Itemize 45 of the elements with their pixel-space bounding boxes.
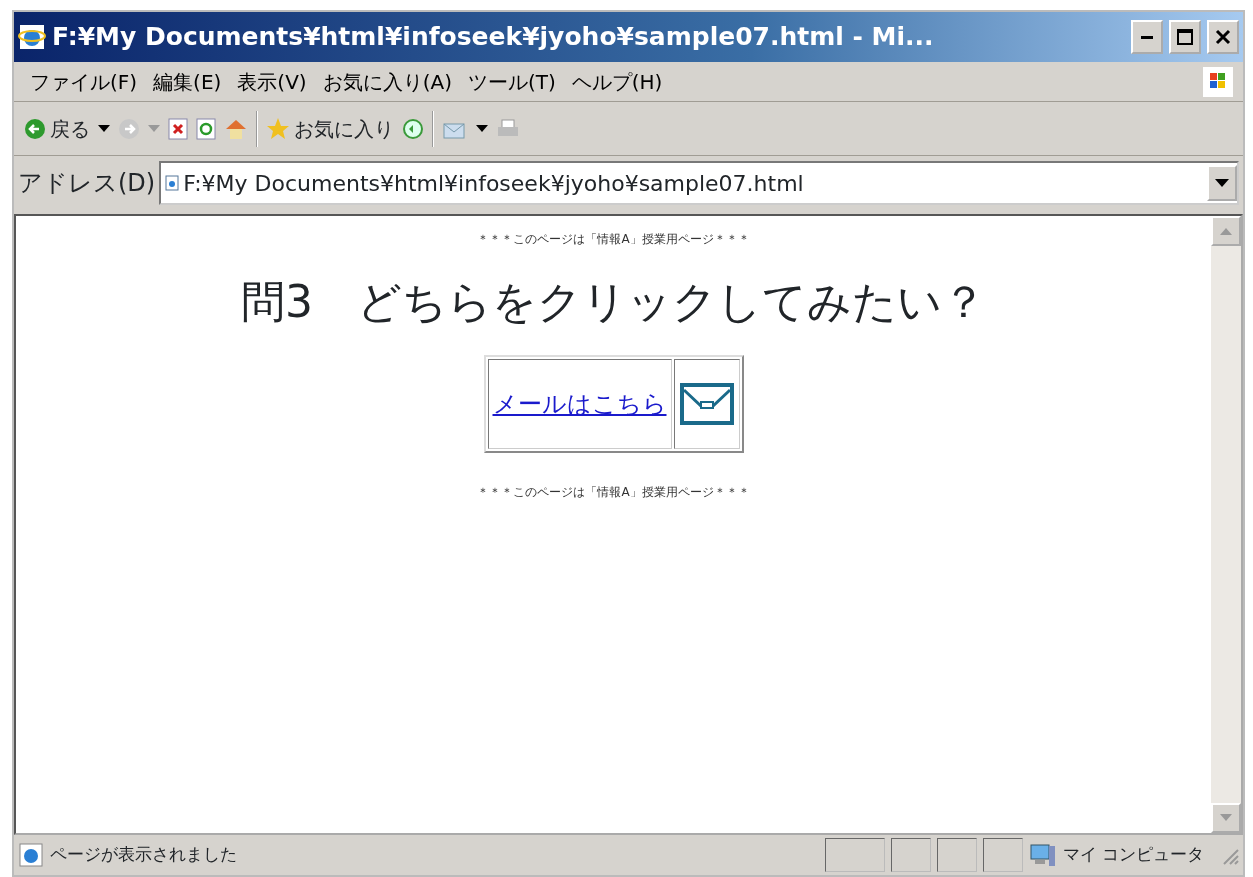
page-loaded-icon	[18, 842, 44, 868]
close-button[interactable]	[1207, 20, 1239, 54]
media-icon[interactable]	[402, 117, 424, 140]
star-icon	[266, 116, 290, 141]
minimize-button[interactable]	[1131, 20, 1163, 54]
window-title: F:¥My Documents¥html¥infoseek¥jyoho¥sample07.html - Mi...	[52, 21, 935, 54]
caret-icon	[1215, 179, 1229, 187]
close-icon	[1214, 28, 1232, 46]
up-arrow-icon	[1220, 227, 1232, 235]
windows-logo-icon	[1203, 66, 1233, 97]
menu-item[interactable]: 表示(V)	[231, 64, 313, 99]
menu-item[interactable]: お気に入り(A)	[316, 64, 458, 99]
address-field[interactable]: F:¥My Documents¥html¥infoseek¥jyoho¥sample07.html	[159, 161, 1239, 205]
notice-text: ＊＊＊このページは「情報A」授業用ページ＊＊＊	[477, 483, 750, 501]
status-pane	[891, 838, 931, 872]
computer-icon	[1029, 842, 1057, 868]
browser-icon	[18, 23, 46, 51]
maximize-icon	[1176, 28, 1194, 46]
minimize-icon	[1141, 35, 1153, 39]
menu-item[interactable]: ファイル(F)	[24, 64, 144, 99]
menu-item[interactable]: ツール(T)	[461, 64, 562, 99]
stop-icon[interactable]	[168, 117, 188, 140]
refresh-icon[interactable]	[196, 117, 216, 140]
favorites-button[interactable]: お気に入り	[266, 113, 394, 144]
scroll-up-button[interactable]	[1211, 216, 1241, 246]
status-pane	[983, 838, 1023, 872]
zone-text: マイ コンピュータ	[1063, 843, 1206, 867]
dropdown-button[interactable]	[1207, 165, 1237, 201]
menu-item[interactable]: ヘルプ(H)	[565, 64, 669, 99]
status-pane	[937, 838, 977, 872]
home-icon[interactable]	[224, 117, 248, 140]
caret-icon[interactable]	[476, 124, 488, 133]
address-label: アドレス(D)	[18, 168, 156, 199]
envelope-icon[interactable]	[678, 381, 735, 426]
caret-icon[interactable]	[98, 124, 110, 133]
page-heading: 問3 どちらをクリックしてみたい？	[241, 276, 986, 329]
status-pane	[825, 838, 885, 872]
notice-text: ＊＊＊このページは「情報A」授業用ページ＊＊＊	[477, 231, 750, 248]
down-arrow-icon	[1220, 814, 1232, 822]
menu-item[interactable]: 編集(E)	[147, 64, 228, 99]
maximize-button[interactable]	[1169, 20, 1201, 54]
back-button[interactable]: 戻る	[24, 113, 90, 144]
scroll-down-button[interactable]	[1211, 803, 1241, 833]
status-text: ページが表示されました	[50, 843, 238, 867]
page-icon	[165, 175, 180, 191]
